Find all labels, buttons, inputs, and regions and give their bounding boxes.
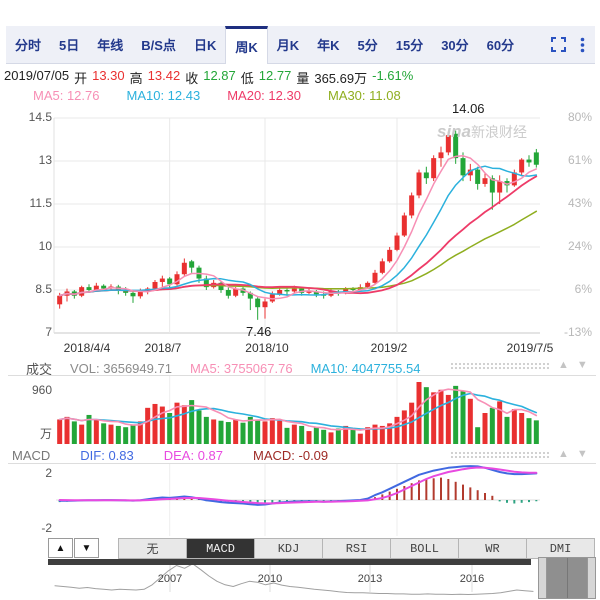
date-tick-label: 2019/2	[371, 341, 408, 355]
percent-tick-label: 6%	[546, 282, 592, 296]
volume-axis-max: 960	[2, 383, 52, 397]
indicator-tab-bar: 无MACDKDJRSIBOLLWRDMI	[118, 538, 595, 559]
sina-watermark: sina新浪财经	[437, 122, 527, 142]
price-tick-label: 14.5	[2, 110, 52, 124]
date-tick-label: 2018/7	[145, 341, 182, 355]
volume-ma10-value: MA10: 4047755.54	[311, 361, 421, 376]
percent-tick-label: 80%	[546, 110, 592, 124]
percent-tick-label: 61%	[546, 153, 592, 167]
percent-tick-label: -13%	[546, 325, 592, 339]
high-annotation: 14.06	[452, 101, 485, 116]
macd-dea-value: DEA: 0.87	[164, 448, 223, 463]
pane-down-button[interactable]: ▼	[74, 538, 99, 558]
navigator-year-label: 2013	[358, 573, 382, 585]
volume-header-divider	[8, 375, 596, 376]
price-tick-label: 11.5	[2, 196, 52, 210]
navigator-selection-box[interactable]	[538, 557, 596, 599]
navigator-year-label: 2016	[460, 573, 484, 585]
price-tick-label: 7	[2, 325, 52, 339]
macd-drag-handle[interactable]	[450, 451, 550, 459]
navigator-year-label: 2010	[258, 573, 282, 585]
navigator-year-label: 2007	[158, 573, 182, 585]
price-tick-label: 13	[2, 153, 52, 167]
price-tick-label: 8.5	[2, 282, 52, 296]
macd-title: MACD	[12, 448, 50, 463]
macd-expand-icon[interactable]: ▲	[558, 449, 569, 460]
volume-pane-tools: ▲ ▼	[450, 360, 588, 371]
macd-header: MACD DIF: 0.83 DEA: 0.87 MACD: -0.09	[12, 448, 328, 463]
indicator-tab-无[interactable]: 无	[119, 539, 186, 558]
stock-chart-widget: 分时5日年线B/S点日K周K月K年K5分15分30分60分 2019/07/05…	[0, 0, 600, 600]
macd-axis-bottom: -2	[2, 521, 52, 535]
low-annotation: 7.46	[246, 324, 271, 339]
volume-expand-icon[interactable]: ▲	[558, 360, 569, 371]
volume-collapse-icon[interactable]: ▼	[577, 360, 588, 371]
pane-up-button[interactable]: ▲	[48, 538, 73, 558]
indicator-tab-MACD[interactable]: MACD	[186, 539, 254, 558]
macd-header-divider	[8, 463, 596, 464]
macd-macd-value: MACD: -0.09	[253, 448, 328, 463]
volume-axis-unit: 万	[2, 425, 52, 442]
chart-canvas[interactable]	[0, 0, 600, 600]
navigator-left-handle[interactable]	[539, 558, 547, 598]
date-tick-label: 2019/7/5	[507, 341, 554, 355]
volume-ma5-value: MA5: 3755067.76	[190, 361, 293, 376]
volume-vol-value: VOL: 3656949.71	[70, 361, 172, 376]
indicator-tab-DMI[interactable]: DMI	[526, 539, 594, 558]
percent-tick-label: 24%	[546, 239, 592, 253]
indicator-tab-WR[interactable]: WR	[458, 539, 526, 558]
macd-pane-tools: ▲ ▼	[450, 449, 588, 460]
percent-tick-label: 43%	[546, 196, 592, 210]
macd-axis-top: 2	[2, 466, 52, 480]
date-tick-label: 2018/4/4	[64, 341, 111, 355]
indicator-scroll-bar	[48, 559, 531, 565]
price-tick-label: 10	[2, 239, 52, 253]
indicator-tab-KDJ[interactable]: KDJ	[254, 539, 322, 558]
indicator-tab-BOLL[interactable]: BOLL	[390, 539, 458, 558]
date-tick-label: 2018/10	[245, 341, 288, 355]
macd-collapse-icon[interactable]: ▼	[577, 449, 588, 460]
navigator-mid-line	[567, 558, 568, 598]
macd-dif-value: DIF: 0.83	[80, 448, 133, 463]
indicator-tab-RSI[interactable]: RSI	[322, 539, 390, 558]
volume-drag-handle[interactable]	[450, 362, 550, 370]
navigator-right-handle[interactable]	[587, 558, 595, 598]
